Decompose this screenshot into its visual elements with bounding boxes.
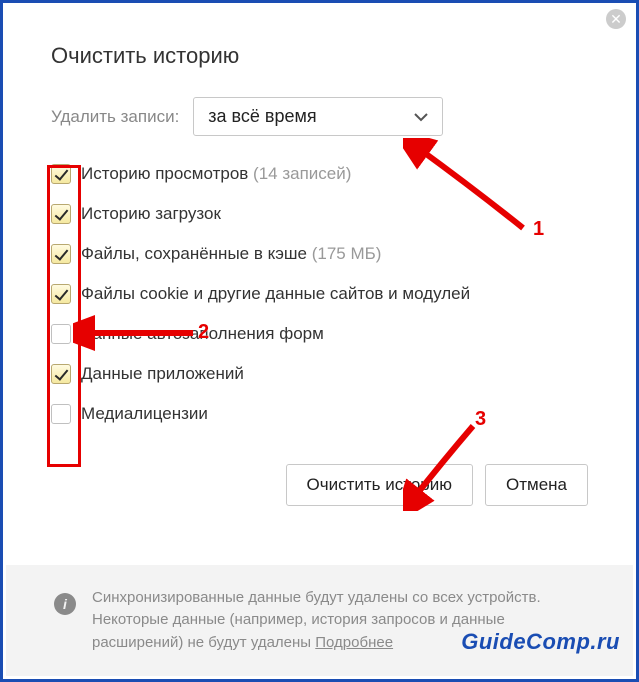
close-icon[interactable]: ✕	[606, 9, 626, 29]
chevron-down-icon	[414, 106, 428, 127]
dialog-window: ✕ Очистить историю Удалить записи: за вс…	[0, 0, 639, 682]
checkbox-list: Историю просмотров (14 записей) Историю …	[51, 164, 588, 424]
checkbox-label: Медиалицензии	[81, 404, 208, 424]
checkbox-label: Данные автозаполнения форм	[81, 324, 324, 344]
checkbox-autofill[interactable]	[51, 324, 71, 344]
checkbox-appdata[interactable]	[51, 364, 71, 384]
checkbox-history[interactable]	[51, 164, 71, 184]
checkbox-row-appdata: Данные приложений	[51, 364, 588, 384]
checkbox-row-downloads: Историю загрузок	[51, 204, 588, 224]
time-range-label: Удалить записи:	[51, 107, 179, 127]
checkbox-label: Историю загрузок	[81, 204, 221, 224]
checkbox-downloads[interactable]	[51, 204, 71, 224]
checkbox-row-autofill: Данные автозаполнения форм	[51, 324, 588, 344]
checkbox-label: Файлы cookie и другие данные сайтов и мо…	[81, 284, 470, 304]
checkbox-label: Файлы, сохранённые в кэше (175 МБ)	[81, 244, 381, 264]
checkbox-media[interactable]	[51, 404, 71, 424]
checkbox-row-history: Историю просмотров (14 записей)	[51, 164, 588, 184]
footer-note: i Синхронизированные данные будут удален…	[6, 565, 633, 677]
footer-more-link[interactable]: Подробнее	[315, 634, 393, 651]
time-range-select[interactable]: за всё время	[193, 97, 443, 136]
checkbox-cache[interactable]	[51, 244, 71, 264]
clear-history-button[interactable]: Очистить историю	[286, 464, 473, 506]
checkbox-row-cookies: Файлы cookie и другие данные сайтов и мо…	[51, 284, 588, 304]
footer-text: Синхронизированные данные будут удалены …	[92, 587, 585, 655]
button-row: Очистить историю Отмена	[51, 464, 588, 506]
info-icon: i	[54, 593, 76, 615]
time-range-value: за всё время	[208, 106, 316, 127]
checkbox-row-cache: Файлы, сохранённые в кэше (175 МБ)	[51, 244, 588, 264]
checkbox-cookies[interactable]	[51, 284, 71, 304]
checkbox-row-media: Медиалицензии	[51, 404, 588, 424]
dialog-body: Очистить историю Удалить записи: за всё …	[3, 3, 636, 506]
time-range-row: Удалить записи: за всё время	[51, 97, 588, 136]
checkbox-label: Историю просмотров (14 записей)	[81, 164, 351, 184]
dialog-title: Очистить историю	[51, 43, 588, 69]
checkbox-label: Данные приложений	[81, 364, 244, 384]
cancel-button[interactable]: Отмена	[485, 464, 588, 506]
